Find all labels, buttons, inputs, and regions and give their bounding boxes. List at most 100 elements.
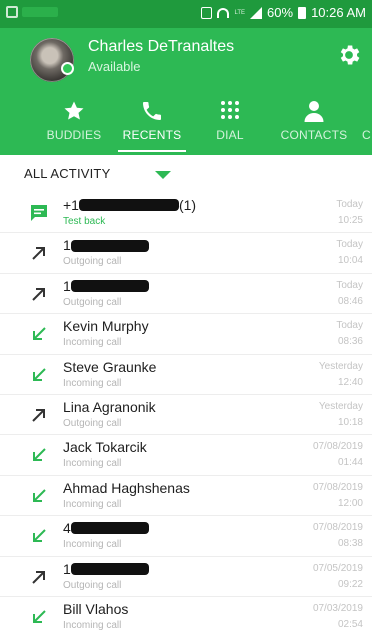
activity-subtitle: Outgoing call xyxy=(63,296,122,308)
star-icon xyxy=(64,101,84,120)
incoming-call-icon xyxy=(29,486,49,506)
list-item[interactable]: 1 Outgoing call Today 10:04 xyxy=(0,233,372,274)
contact-name-text: Steve Graunke xyxy=(63,358,157,375)
contact-name: 1 xyxy=(63,237,149,253)
activity-date: 07/03/2019 xyxy=(312,602,363,614)
activity-date: Today xyxy=(336,279,363,291)
activity-subtitle: Incoming call xyxy=(63,377,122,389)
contact-name-text: +1 xyxy=(63,197,79,213)
tab-overflow-label: C xyxy=(362,128,371,142)
list-item[interactable]: 1 Outgoing call 07/05/2019 09:22 xyxy=(0,557,372,597)
contact-name: Ahmad Haghshenas xyxy=(63,480,190,496)
redacted-number xyxy=(70,239,149,252)
network-type: LTE xyxy=(234,9,246,16)
avatar-ring xyxy=(30,38,74,82)
activity-date: Today xyxy=(336,320,363,332)
contact-name: Bill Vlahos xyxy=(63,601,128,617)
incoming-call-icon-glyph xyxy=(33,529,46,543)
tab-overflow[interactable]: C xyxy=(362,97,372,155)
activity-time: 08:38 xyxy=(337,538,363,550)
gear-icon xyxy=(340,45,360,65)
list-item[interactable]: Kevin Murphy Incoming call Today 08:36 xyxy=(0,314,372,355)
presence-indicator xyxy=(61,62,74,75)
tab-contacts-label: CONTACTS xyxy=(280,128,348,142)
incoming-call-icon-glyph xyxy=(33,610,46,623)
activity-time: 08:46 xyxy=(337,295,363,307)
tab-dial-label: DIAL xyxy=(216,128,244,142)
contact-name-text: Ahmad Haghshenas xyxy=(63,479,190,496)
contact-name-text: Jack Tokarcik xyxy=(63,439,147,456)
wifi-icon xyxy=(217,7,230,18)
settings-button[interactable] xyxy=(336,42,362,68)
activity-time: 01:44 xyxy=(337,457,363,469)
redacted-number xyxy=(70,280,149,293)
list-item[interactable]: Steve Graunke Incoming call Yesterday 12:40 xyxy=(0,355,372,395)
activity-date: 07/08/2019 xyxy=(312,522,363,534)
list-item[interactable]: +1 (1) Test back Today 10:25 xyxy=(0,193,372,234)
contact-name: 4 xyxy=(63,520,149,536)
filter-label: ALL ACTIVITY xyxy=(24,166,111,181)
activity-date: Today xyxy=(336,239,363,251)
outgoing-call-icon xyxy=(29,567,49,587)
activity-subtitle: Incoming call xyxy=(63,498,122,510)
list-item[interactable]: Bill Vlahos Incoming call 07/03/2019 02:54 xyxy=(0,597,372,635)
activity-time: 10:04 xyxy=(337,255,363,267)
activity-filter[interactable]: ALL ACTIVITY xyxy=(0,155,372,193)
list-item[interactable]: 1 Outgoing call Today 08:46 xyxy=(0,274,372,315)
tab-bar: BUDDIES RECENTS DIAL CONTACTS C xyxy=(0,97,372,155)
call-notification-icon xyxy=(6,6,18,18)
activity-date: 07/05/2019 xyxy=(312,562,363,574)
incoming-call-icon xyxy=(29,445,49,465)
activity-subtitle: Incoming call xyxy=(63,337,122,349)
list-item[interactable]: Jack Tokarcik Incoming call 07/08/2019 01:4… xyxy=(0,435,372,476)
chat-icon xyxy=(29,203,49,223)
signal-icon xyxy=(250,6,263,19)
incoming-call-icon xyxy=(29,324,49,344)
outgoing-call-icon-glyph xyxy=(32,570,45,584)
activity-time: 09:22 xyxy=(337,578,363,590)
activity-subtitle: Test back xyxy=(63,216,106,227)
tab-buddies[interactable]: BUDDIES xyxy=(40,97,108,155)
contact-name: +1 (1) xyxy=(63,197,196,213)
incoming-call-icon xyxy=(29,526,49,546)
incoming-call-icon-glyph xyxy=(33,367,46,381)
status-notifications xyxy=(6,6,58,18)
redacted-number xyxy=(78,199,179,212)
unread-count: (1) xyxy=(178,197,197,213)
list-item[interactable]: Lina Agranonik Outgoing call Yesterday 10:1… xyxy=(0,395,372,436)
incoming-call-icon-glyph xyxy=(33,448,46,462)
user-status[interactable]: Available xyxy=(88,59,141,74)
notification-icons xyxy=(22,7,58,17)
activity-date: Yesterday xyxy=(318,360,363,372)
incoming-call-icon-glyph xyxy=(33,327,46,341)
redacted-number xyxy=(70,522,149,535)
outgoing-call-icon xyxy=(29,284,49,304)
activity-date: 07/08/2019 xyxy=(312,481,363,493)
contact-name: Jack Tokarcik xyxy=(63,439,147,455)
list-item[interactable]: 4 Incoming call 07/08/2019 08:38 xyxy=(0,516,372,557)
list-item[interactable]: Ahmad Haghshenas Incoming call 07/08/2019 1… xyxy=(0,476,372,517)
redacted-number xyxy=(70,562,149,575)
activity-subtitle: Outgoing call xyxy=(63,417,122,429)
tab-contacts[interactable]: CONTACTS xyxy=(272,97,356,155)
person-icon xyxy=(304,101,324,122)
outgoing-call-icon xyxy=(29,243,49,263)
tab-recents[interactable]: RECENTS xyxy=(112,97,192,155)
avatar[interactable] xyxy=(30,38,74,82)
activity-subtitle: Outgoing call xyxy=(63,256,122,268)
alarm-icon xyxy=(201,6,213,19)
contact-name: Kevin Murphy xyxy=(63,318,149,334)
activity-subtitle: Incoming call xyxy=(63,619,122,631)
chevron-down-icon[interactable] xyxy=(155,171,171,179)
user-name[interactable]: Charles DeTranaltes xyxy=(88,38,234,56)
contact-name-text: 4 xyxy=(63,520,71,537)
incoming-call-icon xyxy=(29,607,49,627)
contact-name-text: Lina Agranonik xyxy=(63,398,156,415)
contact-name-text: 1 xyxy=(63,277,71,294)
tab-buddies-label: BUDDIES xyxy=(46,128,102,142)
incoming-call-icon-glyph xyxy=(33,489,46,502)
contact-name: Steve Graunke xyxy=(63,359,156,375)
tab-dial[interactable]: DIAL xyxy=(196,97,264,155)
activity-time: 12:40 xyxy=(337,376,363,388)
outgoing-call-icon-glyph xyxy=(32,247,45,261)
